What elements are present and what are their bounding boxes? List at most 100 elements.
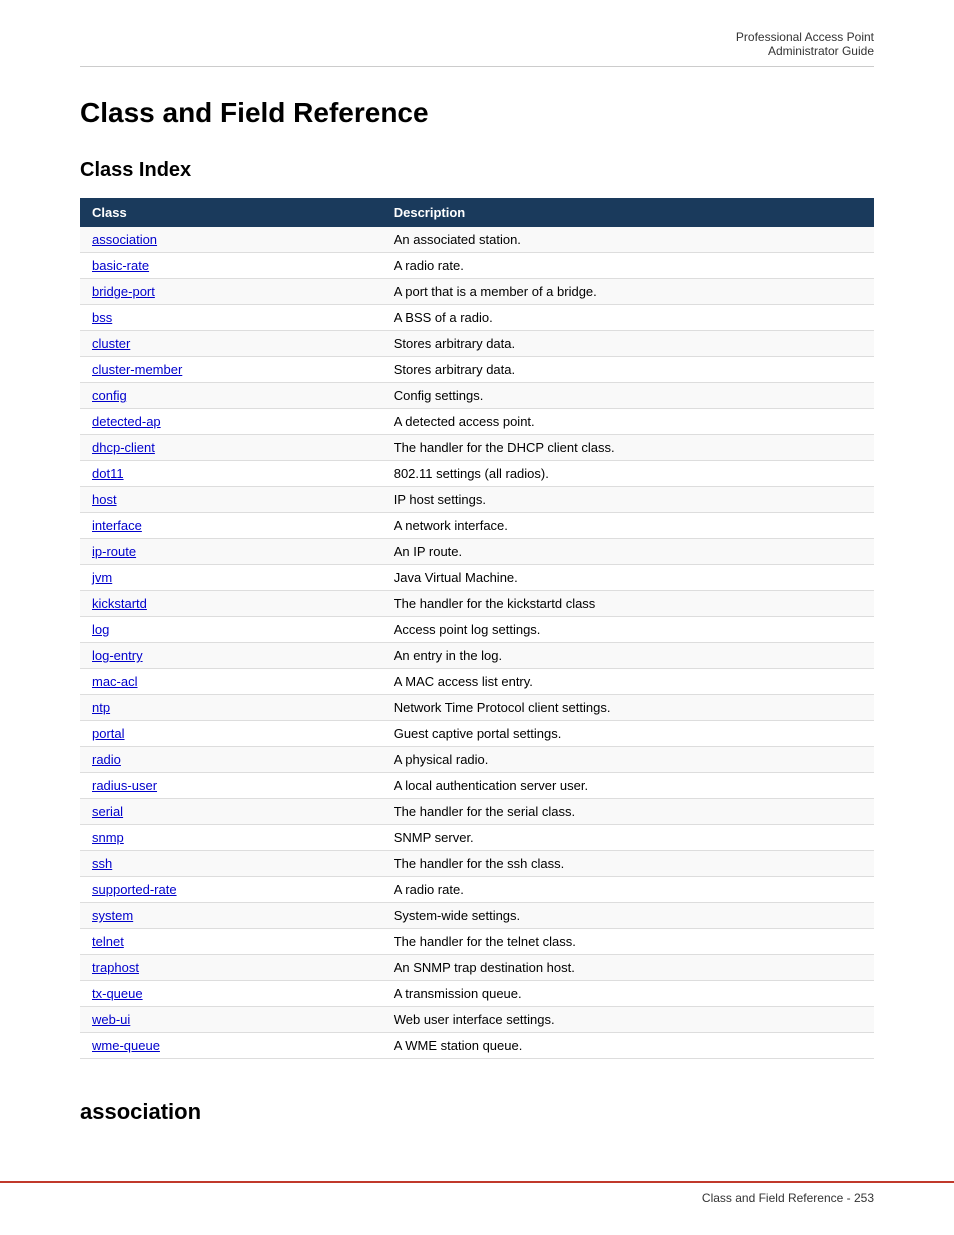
table-row: ntpNetwork Time Protocol client settings…: [80, 695, 874, 721]
class-link[interactable]: traphost: [92, 960, 139, 975]
table-cell-class: interface: [80, 513, 382, 539]
table-row: host IP host settings.: [80, 487, 874, 513]
table-cell-class: mac-acl: [80, 669, 382, 695]
class-link[interactable]: system: [92, 908, 133, 923]
header-line2: Administrator Guide: [768, 44, 874, 58]
class-link[interactable]: cluster-member: [92, 362, 182, 377]
table-row: telnet The handler for the telnet class.: [80, 929, 874, 955]
table-cell-description: Config settings.: [382, 383, 874, 409]
class-link[interactable]: supported-rate: [92, 882, 177, 897]
table-row: wme-queueA WME station queue.: [80, 1033, 874, 1059]
class-link[interactable]: snmp: [92, 830, 124, 845]
class-link[interactable]: dot11: [92, 466, 124, 481]
table-cell-class: log-entry: [80, 643, 382, 669]
class-link[interactable]: bss: [92, 310, 112, 325]
class-link[interactable]: basic-rate: [92, 258, 149, 273]
table-row: config Config settings.: [80, 383, 874, 409]
footer-right: Class and Field Reference - 253: [702, 1191, 874, 1205]
table-cell-description: The handler for the serial class.: [382, 799, 874, 825]
table-cell-class: ntp: [80, 695, 382, 721]
class-link[interactable]: ntp: [92, 700, 110, 715]
table-row: bridge-port A port that is a member of a …: [80, 279, 874, 305]
table-cell-description: Guest captive portal settings.: [382, 721, 874, 747]
table-header-description: Description: [382, 198, 874, 227]
class-index-table: Class Description associationAn associat…: [80, 198, 874, 1059]
table-cell-description: An SNMP trap destination host.: [382, 955, 874, 981]
table-row: cluster-memberStores arbitrary data.: [80, 357, 874, 383]
class-link[interactable]: ip-route: [92, 544, 136, 559]
class-link[interactable]: detected-ap: [92, 414, 161, 429]
class-link[interactable]: serial: [92, 804, 123, 819]
table-cell-description: The handler for the kickstartd class: [382, 591, 874, 617]
table-cell-class: snmp: [80, 825, 382, 851]
table-cell-description: System-wide settings.: [382, 903, 874, 929]
table-row: associationAn associated station.: [80, 227, 874, 253]
page-footer: Class and Field Reference - 253: [0, 1181, 954, 1205]
class-link[interactable]: mac-acl: [92, 674, 138, 689]
table-cell-class: ssh: [80, 851, 382, 877]
table-cell-class: radius-user: [80, 773, 382, 799]
table-row: ip-route An IP route.: [80, 539, 874, 565]
table-cell-class: association: [80, 227, 382, 253]
class-link[interactable]: ssh: [92, 856, 112, 871]
class-link[interactable]: wme-queue: [92, 1038, 160, 1053]
table-row: kickstartd The handler for the kickstartd…: [80, 591, 874, 617]
table-cell-description: A MAC access list entry.: [382, 669, 874, 695]
table-cell-class: jvm: [80, 565, 382, 591]
table-row: web-uiWeb user interface settings.: [80, 1007, 874, 1033]
table-cell-class: supported-rate: [80, 877, 382, 903]
class-link[interactable]: telnet: [92, 934, 124, 949]
table-cell-description: The handler for the telnet class.: [382, 929, 874, 955]
table-cell-description: A radio rate.: [382, 877, 874, 903]
table-cell-class: basic-rate: [80, 253, 382, 279]
table-cell-description: IP host settings.: [382, 487, 874, 513]
class-link[interactable]: radio: [92, 752, 121, 767]
table-row: logAccess point log settings.: [80, 617, 874, 643]
class-link[interactable]: host: [92, 492, 117, 507]
table-cell-description: Stores arbitrary data.: [382, 331, 874, 357]
table-cell-description: Java Virtual Machine.: [382, 565, 874, 591]
header-line1: Professional Access Point: [736, 30, 874, 44]
class-link[interactable]: log-entry: [92, 648, 143, 663]
class-link[interactable]: portal: [92, 726, 125, 741]
table-cell-description: A transmission queue.: [382, 981, 874, 1007]
table-cell-class: telnet: [80, 929, 382, 955]
table-cell-class: wme-queue: [80, 1033, 382, 1059]
table-cell-class: serial: [80, 799, 382, 825]
table-row: portal Guest captive portal settings.: [80, 721, 874, 747]
association-section-title: association: [80, 1099, 874, 1125]
class-link[interactable]: cluster: [92, 336, 130, 351]
class-link[interactable]: jvm: [92, 570, 112, 585]
table-row: tx-queue A transmission queue.: [80, 981, 874, 1007]
class-link[interactable]: web-ui: [92, 1012, 130, 1027]
table-cell-class: web-ui: [80, 1007, 382, 1033]
table-cell-description: An IP route.: [382, 539, 874, 565]
class-link[interactable]: tx-queue: [92, 986, 143, 1001]
table-cell-description: A physical radio.: [382, 747, 874, 773]
class-link[interactable]: dhcp-client: [92, 440, 155, 455]
table-row: log-entryAn entry in the log.: [80, 643, 874, 669]
table-header-class: Class: [80, 198, 382, 227]
table-cell-description: A port that is a member of a bridge.: [382, 279, 874, 305]
page: Professional Access Point Administrator …: [0, 0, 954, 1235]
table-row: ssh The handler for the ssh class.: [80, 851, 874, 877]
table-cell-class: tx-queue: [80, 981, 382, 1007]
table-row: serial The handler for the serial class.: [80, 799, 874, 825]
class-link[interactable]: config: [92, 388, 127, 403]
class-link[interactable]: interface: [92, 518, 142, 533]
table-cell-class: ip-route: [80, 539, 382, 565]
table-cell-class: radio: [80, 747, 382, 773]
table-cell-description: 802.11 settings (all radios).: [382, 461, 874, 487]
table-cell-class: portal: [80, 721, 382, 747]
class-link[interactable]: radius-user: [92, 778, 157, 793]
class-link[interactable]: log: [92, 622, 109, 637]
table-row: supported-rate A radio rate.: [80, 877, 874, 903]
table-cell-description: A BSS of a radio.: [382, 305, 874, 331]
table-cell-description: The handler for the ssh class.: [382, 851, 874, 877]
class-link[interactable]: association: [92, 232, 157, 247]
class-link[interactable]: bridge-port: [92, 284, 155, 299]
table-cell-class: host: [80, 487, 382, 513]
table-cell-class: cluster-member: [80, 357, 382, 383]
class-link[interactable]: kickstartd: [92, 596, 147, 611]
table-cell-class: dhcp-client: [80, 435, 382, 461]
